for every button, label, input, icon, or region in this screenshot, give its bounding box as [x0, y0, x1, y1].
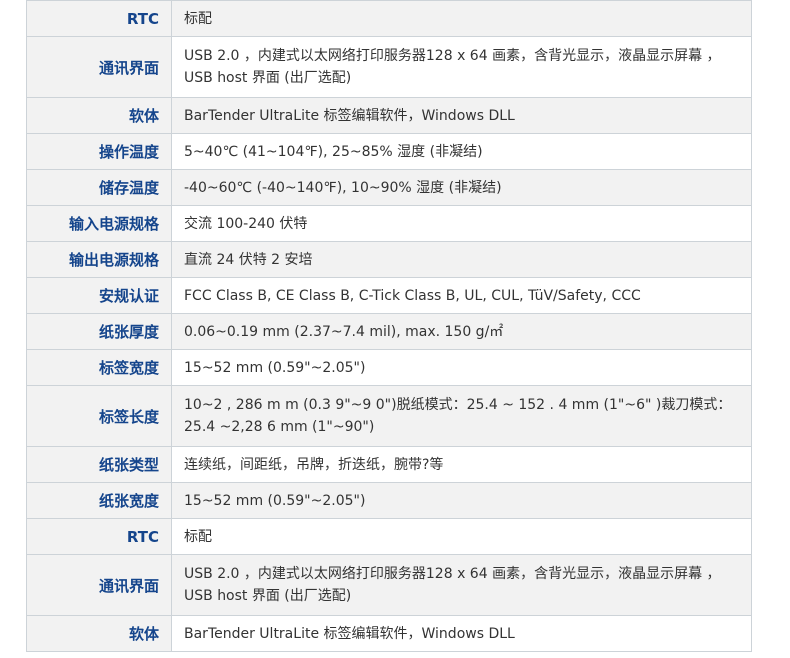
spec-value: 15~52 mm (0.59"~2.05"): [171, 349, 752, 386]
spec-value: USB 2.0 ，内建式以太网络打印服务器128 x 64 画素，含背光显示，液…: [171, 36, 752, 98]
table-row: 软体 BarTender UltraLite 标签编辑软件，Windows DL…: [26, 97, 752, 134]
table-row: RTC 标配: [26, 0, 752, 37]
table-row: 安规认证 FCC Class B, CE Class B, C-Tick Cla…: [26, 277, 752, 314]
spec-label: 通讯界面: [26, 36, 172, 98]
spec-value: 连续纸，间距纸，吊牌，折迭纸，腕带?等: [171, 446, 752, 483]
table-row: 通讯界面 USB 2.0 ，内建式以太网络打印服务器128 x 64 画素，含背…: [26, 36, 752, 98]
spec-value: -40~60℃ (-40~140℉), 10~90% 湿度 (非凝结): [171, 169, 752, 206]
spec-value: 10~2 , 286 m m (0.3 9"~9 0")脱纸模式：25.4 ~ …: [171, 385, 752, 447]
spec-label: 纸张类型: [26, 446, 172, 483]
spec-label: 输出电源规格: [26, 241, 172, 278]
table-row: 操作温度 5~40℃ (41~104℉), 25~85% 湿度 (非凝结): [26, 133, 752, 170]
spec-label: 标签长度: [26, 385, 172, 447]
spec-value: 交流 100-240 伏特: [171, 205, 752, 242]
spec-label: 通讯界面: [26, 554, 172, 616]
table-row: 纸张类型 连续纸，间距纸，吊牌，折迭纸，腕带?等: [26, 446, 752, 483]
spec-table: RTC 标配 通讯界面 USB 2.0 ，内建式以太网络打印服务器128 x 6…: [26, 0, 752, 652]
spec-value: USB 2.0 ，内建式以太网络打印服务器128 x 64 画素，含背光显示，液…: [171, 554, 752, 616]
spec-label: RTC: [26, 518, 172, 555]
table-row: 纸张厚度 0.06~0.19 mm (2.37~7.4 mil), max. 1…: [26, 313, 752, 350]
spec-label: 输入电源规格: [26, 205, 172, 242]
table-row: RTC 标配: [26, 518, 752, 555]
spec-value: 15~52 mm (0.59"~2.05"): [171, 482, 752, 519]
table-row: 标签宽度 15~52 mm (0.59"~2.05"): [26, 349, 752, 386]
table-row: 储存温度 -40~60℃ (-40~140℉), 10~90% 湿度 (非凝结): [26, 169, 752, 206]
spec-value: BarTender UltraLite 标签编辑软件，Windows DLL: [171, 615, 752, 652]
spec-value: BarTender UltraLite 标签编辑软件，Windows DLL: [171, 97, 752, 134]
spec-label: 操作温度: [26, 133, 172, 170]
spec-value: 直流 24 伏特 2 安培: [171, 241, 752, 278]
spec-value: 0.06~0.19 mm (2.37~7.4 mil), max. 150 g/…: [171, 313, 752, 350]
spec-value: 标配: [171, 0, 752, 37]
table-row: 标签长度 10~2 , 286 m m (0.3 9"~9 0")脱纸模式：25…: [26, 385, 752, 447]
spec-label: 纸张宽度: [26, 482, 172, 519]
spec-label: 储存温度: [26, 169, 172, 206]
spec-label: 软体: [26, 97, 172, 134]
spec-label: 标签宽度: [26, 349, 172, 386]
spec-label: 软体: [26, 615, 172, 652]
spec-label: 安规认证: [26, 277, 172, 314]
spec-label: 纸张厚度: [26, 313, 172, 350]
spec-value: FCC Class B, CE Class B, C-Tick Class B,…: [171, 277, 752, 314]
table-row: 通讯界面 USB 2.0 ，内建式以太网络打印服务器128 x 64 画素，含背…: [26, 554, 752, 616]
table-row: 纸张宽度 15~52 mm (0.59"~2.05"): [26, 482, 752, 519]
spec-value: 5~40℃ (41~104℉), 25~85% 湿度 (非凝结): [171, 133, 752, 170]
table-row: 输出电源规格 直流 24 伏特 2 安培: [26, 241, 752, 278]
spec-value: 标配: [171, 518, 752, 555]
spec-label: RTC: [26, 0, 172, 37]
table-row: 软体 BarTender UltraLite 标签编辑软件，Windows DL…: [26, 615, 752, 652]
table-row: 输入电源规格 交流 100-240 伏特: [26, 205, 752, 242]
